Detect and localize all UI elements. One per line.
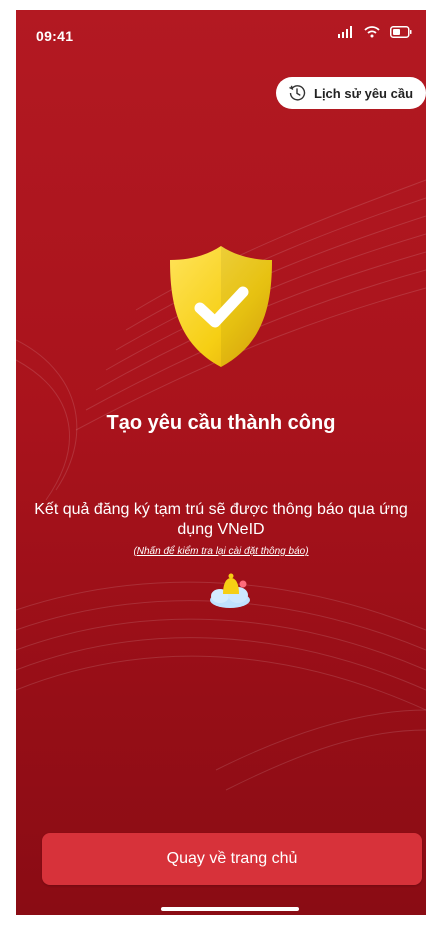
home-indicator <box>161 907 299 911</box>
clock-history-icon <box>289 85 306 101</box>
request-history-label: Lịch sử yêu cầu <box>314 85 414 101</box>
home-button[interactable]: Quay về trang chủ <box>42 833 422 885</box>
request-history-button[interactable]: Lịch sử yêu cầu <box>276 77 426 109</box>
success-title: Tạo yêu cầu thành công <box>106 412 336 434</box>
battery-icon <box>390 26 412 38</box>
result-message: Kết quả đăng ký tạm trú sẽ được thông bá… <box>34 501 408 538</box>
signal-icon <box>338 26 352 38</box>
status-time: 09:41 <box>36 28 74 44</box>
shield-check-icon <box>170 246 272 367</box>
status-bar: 09:41 <box>16 10 426 54</box>
app-screen: 09:41 Lịch sử yêu cầu Tạo yêu cầu thành … <box>16 10 426 915</box>
wifi-icon <box>364 26 380 38</box>
bell-cloud-icon <box>210 573 250 608</box>
status-icons <box>338 26 412 38</box>
notification-settings-link[interactable]: (Nhấn để kiểm tra lại cài đặt thông báo) <box>16 546 426 557</box>
background-wave-pattern <box>16 179 426 791</box>
